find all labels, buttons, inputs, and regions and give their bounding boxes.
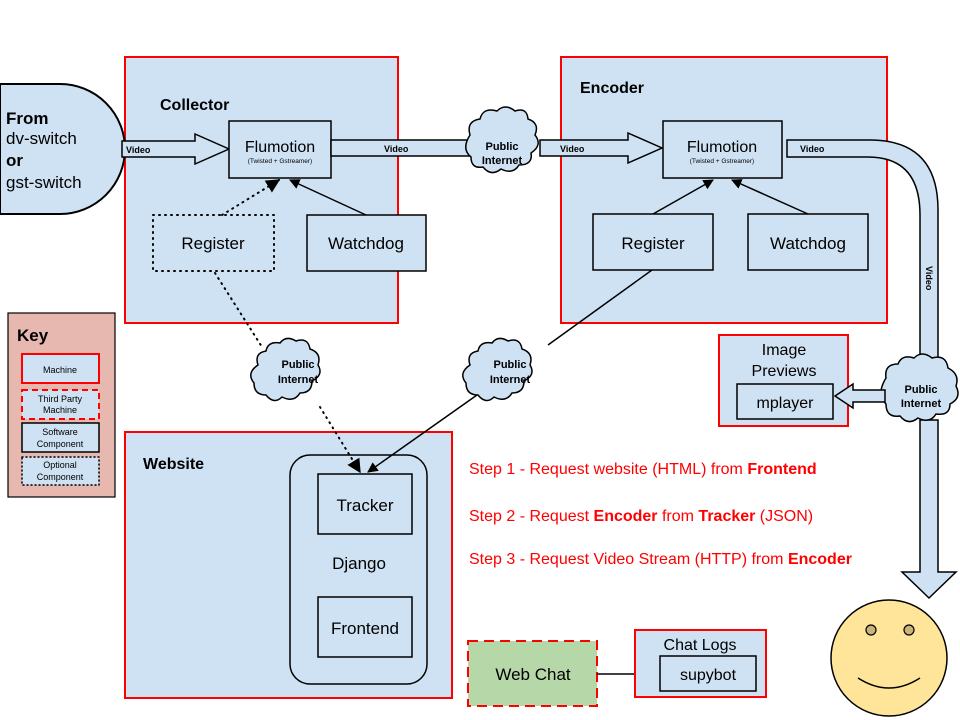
svg-text:Public: Public [281, 359, 314, 371]
svg-text:Component: Component [37, 439, 84, 449]
collector-watchdog-label: Watchdog [328, 234, 404, 253]
public-internet-cloud-1: Public Internet [465, 106, 539, 174]
step-1: Step 1 - Request website (HTML) from Fro… [469, 461, 817, 478]
viewer-smiley-icon [830, 599, 948, 717]
svg-text:Machine: Machine [43, 365, 77, 375]
svg-text:Internet: Internet [490, 374, 531, 386]
video-down-arrow [900, 419, 958, 600]
video-encoder-in-label: Video [560, 144, 585, 154]
legend-key: Key Machine Third Party Machine Software… [7, 312, 116, 498]
collector-flumotion-label: Flumotion [245, 139, 315, 156]
video-encoder-out-label: Video [800, 144, 825, 154]
svg-text:Public: Public [485, 141, 518, 153]
architecture-diagram: Collector Encoder From dv-switch or gst-… [0, 56, 959, 717]
svg-text:Internet: Internet [278, 374, 319, 386]
encoder-flumotion-sub: (Twisted + Gstreamer) [690, 158, 754, 165]
source-gst-switch: gst-switch [6, 173, 82, 192]
collector-flumotion-sub: (Twisted + Gstreamer) [248, 158, 312, 165]
website-title: Website [143, 456, 204, 473]
image-previews-title-2: Previews [752, 363, 817, 380]
svg-text:Key: Key [17, 326, 49, 345]
web-chat-label: Web Chat [495, 665, 571, 684]
encoder-title: Encoder [580, 80, 644, 97]
public-internet-cloud-2: Public Internet [250, 337, 321, 402]
source-from: From [6, 109, 49, 128]
svg-text:Internet: Internet [482, 155, 523, 167]
svg-text:Optional: Optional [43, 460, 77, 470]
django-label: Django [332, 554, 386, 573]
tracker-label: Tracker [337, 496, 394, 515]
image-previews-title-1: Image [762, 342, 807, 359]
step-2: Step 2 - Request Encoder from Tracker (J… [469, 508, 813, 525]
chat-logs-title: Chat Logs [664, 637, 737, 654]
video-source [0, 83, 126, 215]
encoder-watchdog-label: Watchdog [770, 234, 846, 253]
frontend-label: Frontend [331, 619, 399, 638]
svg-text:Internet: Internet [901, 398, 942, 410]
video-in-label: Video [126, 145, 151, 155]
video-down-label: Video [924, 266, 934, 291]
collector-title: Collector [160, 97, 229, 114]
svg-text:Third Party: Third Party [38, 394, 83, 404]
svg-text:Software: Software [42, 427, 78, 437]
collector-register-label: Register [181, 234, 245, 253]
step-3: Step 3 - Request Video Stream (HTTP) fro… [469, 551, 852, 568]
svg-text:Public: Public [493, 359, 526, 371]
source-or: or [6, 151, 23, 170]
source-dv-switch: dv-switch [6, 129, 77, 148]
video-collector-out-label: Video [384, 144, 409, 154]
svg-text:Machine: Machine [43, 405, 77, 415]
svg-text:Component: Component [37, 472, 84, 482]
public-internet-cloud-4: Public Internet [880, 353, 959, 423]
encoder-flumotion-label: Flumotion [687, 139, 757, 156]
supybot-label: supybot [680, 667, 737, 684]
public-internet-cloud-3: Public Internet [462, 337, 533, 402]
encoder-register-label: Register [621, 234, 685, 253]
svg-text:Public: Public [904, 384, 937, 396]
mplayer-label: mplayer [757, 395, 815, 412]
